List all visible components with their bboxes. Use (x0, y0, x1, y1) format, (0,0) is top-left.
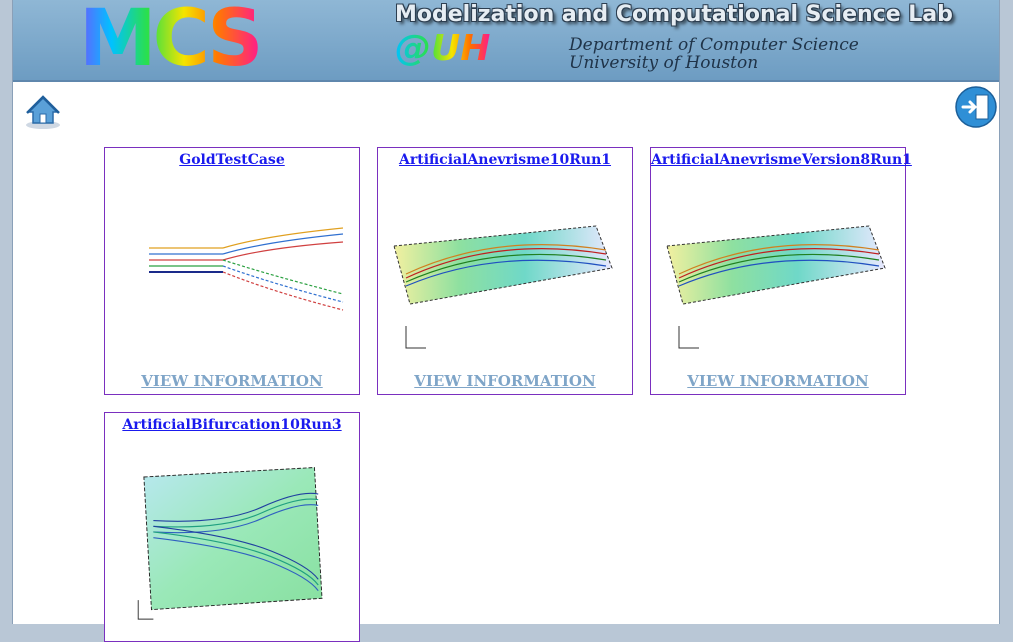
case-card: ArtificialAnevrisme10Run1 VIEW INFORMATI… (377, 147, 633, 395)
exit-button[interactable] (955, 86, 997, 128)
simulation-thumbnail (666, 225, 886, 349)
home-icon (26, 95, 60, 129)
department-block: Department of Computer Science Universit… (569, 36, 859, 72)
case-card: ArtificialBifurcation10Run3 (104, 412, 360, 642)
case-title-link[interactable]: ArtificialAnevrisme10Run1 (378, 152, 632, 168)
case-title-link[interactable]: ArtificialAnevrismeVersion8Run1 (651, 152, 912, 168)
simulation-thumbnail (137, 467, 323, 620)
view-information-link[interactable]: VIEW INFORMATION (378, 372, 632, 390)
view-information-link[interactable]: VIEW INFORMATION (105, 372, 359, 390)
case-title-link[interactable]: GoldTestCase (105, 152, 359, 168)
lab-title: Modelization and Computational Science L… (395, 2, 953, 27)
uh-logo: @UH (395, 28, 491, 69)
mcs-logo: MCS (79, 0, 263, 80)
page-frame: MCS @UH Modelization and Computational S… (12, 0, 1000, 642)
home-button[interactable] (23, 92, 63, 130)
exit-door-icon (955, 86, 997, 128)
simulation-thumbnail (113, 176, 351, 366)
simulation-thumbnail (393, 225, 613, 349)
case-card: ArtificialAnevrismeVersion8Run1 VIEW INF… (650, 147, 912, 395)
case-card: GoldTestCase VIEW INFORMATION (104, 147, 360, 395)
view-information-link[interactable]: VIEW INFORMATION (651, 372, 905, 390)
department-name: Department of Computer Science (569, 35, 859, 55)
header-banner: MCS @UH Modelization and Computational S… (13, 0, 999, 82)
university-name: University of Houston (569, 53, 759, 73)
case-title-link[interactable]: ArtificialBifurcation10Run3 (105, 417, 359, 433)
